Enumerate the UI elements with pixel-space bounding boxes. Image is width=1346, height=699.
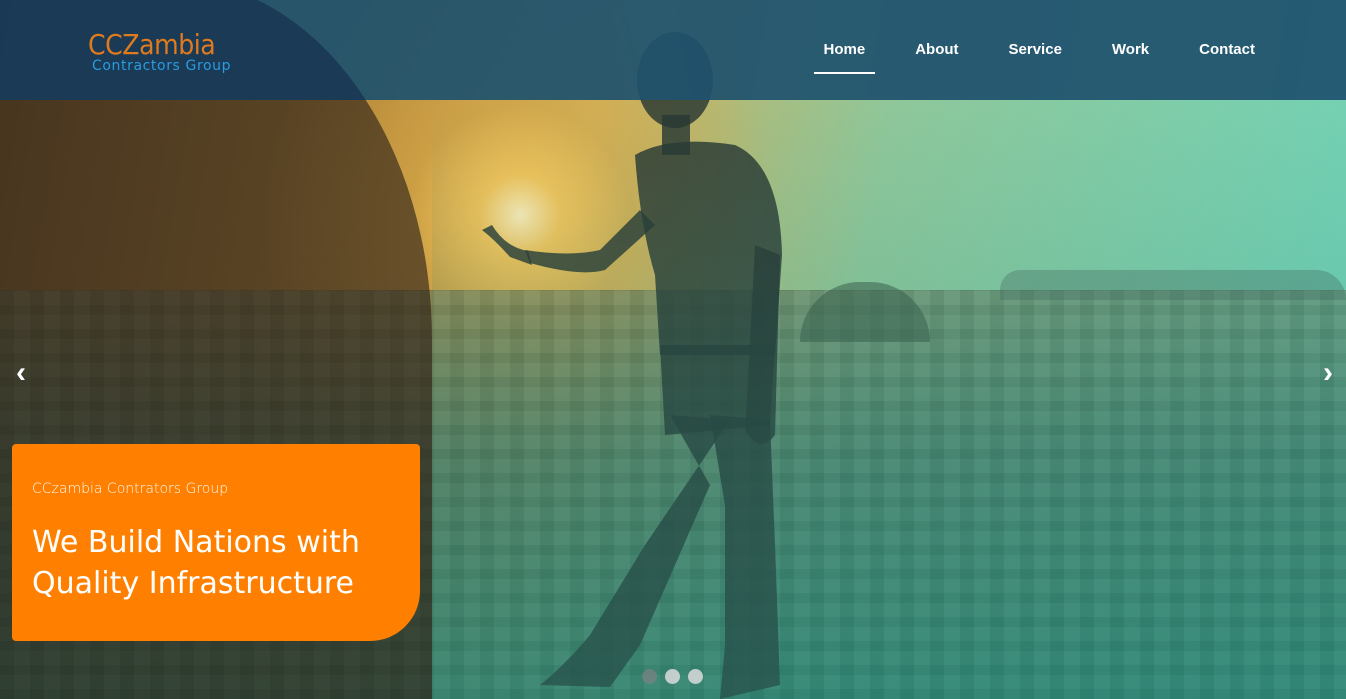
slider-indicators [642,669,703,684]
caption-subtitle: CCzambia Contrators Group [32,481,229,497]
slide-caption-card: CCzambia Contrators Group We Build Natio… [12,444,420,641]
nav-item-work[interactable]: Work [1087,35,1174,65]
logo[interactable]: CCZambia Contractors Group [88,28,231,74]
slide-indicator-1[interactable] [642,669,657,684]
chevron-right-icon[interactable]: › [1316,355,1340,391]
slide-indicator-2[interactable] [665,669,680,684]
nav-item-service[interactable]: Service [984,35,1087,65]
chevron-left-icon[interactable]: ‹ [9,355,33,391]
slide-indicator-3[interactable] [688,669,703,684]
teal-tint-overlay [432,100,1346,699]
logo-title: CCZambia [88,28,216,61]
main-nav: Home About Service Work Contact [799,0,1280,100]
nav-item-home[interactable]: Home [799,35,891,74]
hero-section: CCZambia Contractors Group Home About Se… [0,0,1346,699]
caption-headline: We Build Nations with Quality Infrastruc… [32,525,360,601]
nav-item-contact[interactable]: Contact [1174,35,1280,65]
site-header: CCZambia Contractors Group Home About Se… [0,0,1346,100]
nav-item-about[interactable]: About [890,35,983,65]
